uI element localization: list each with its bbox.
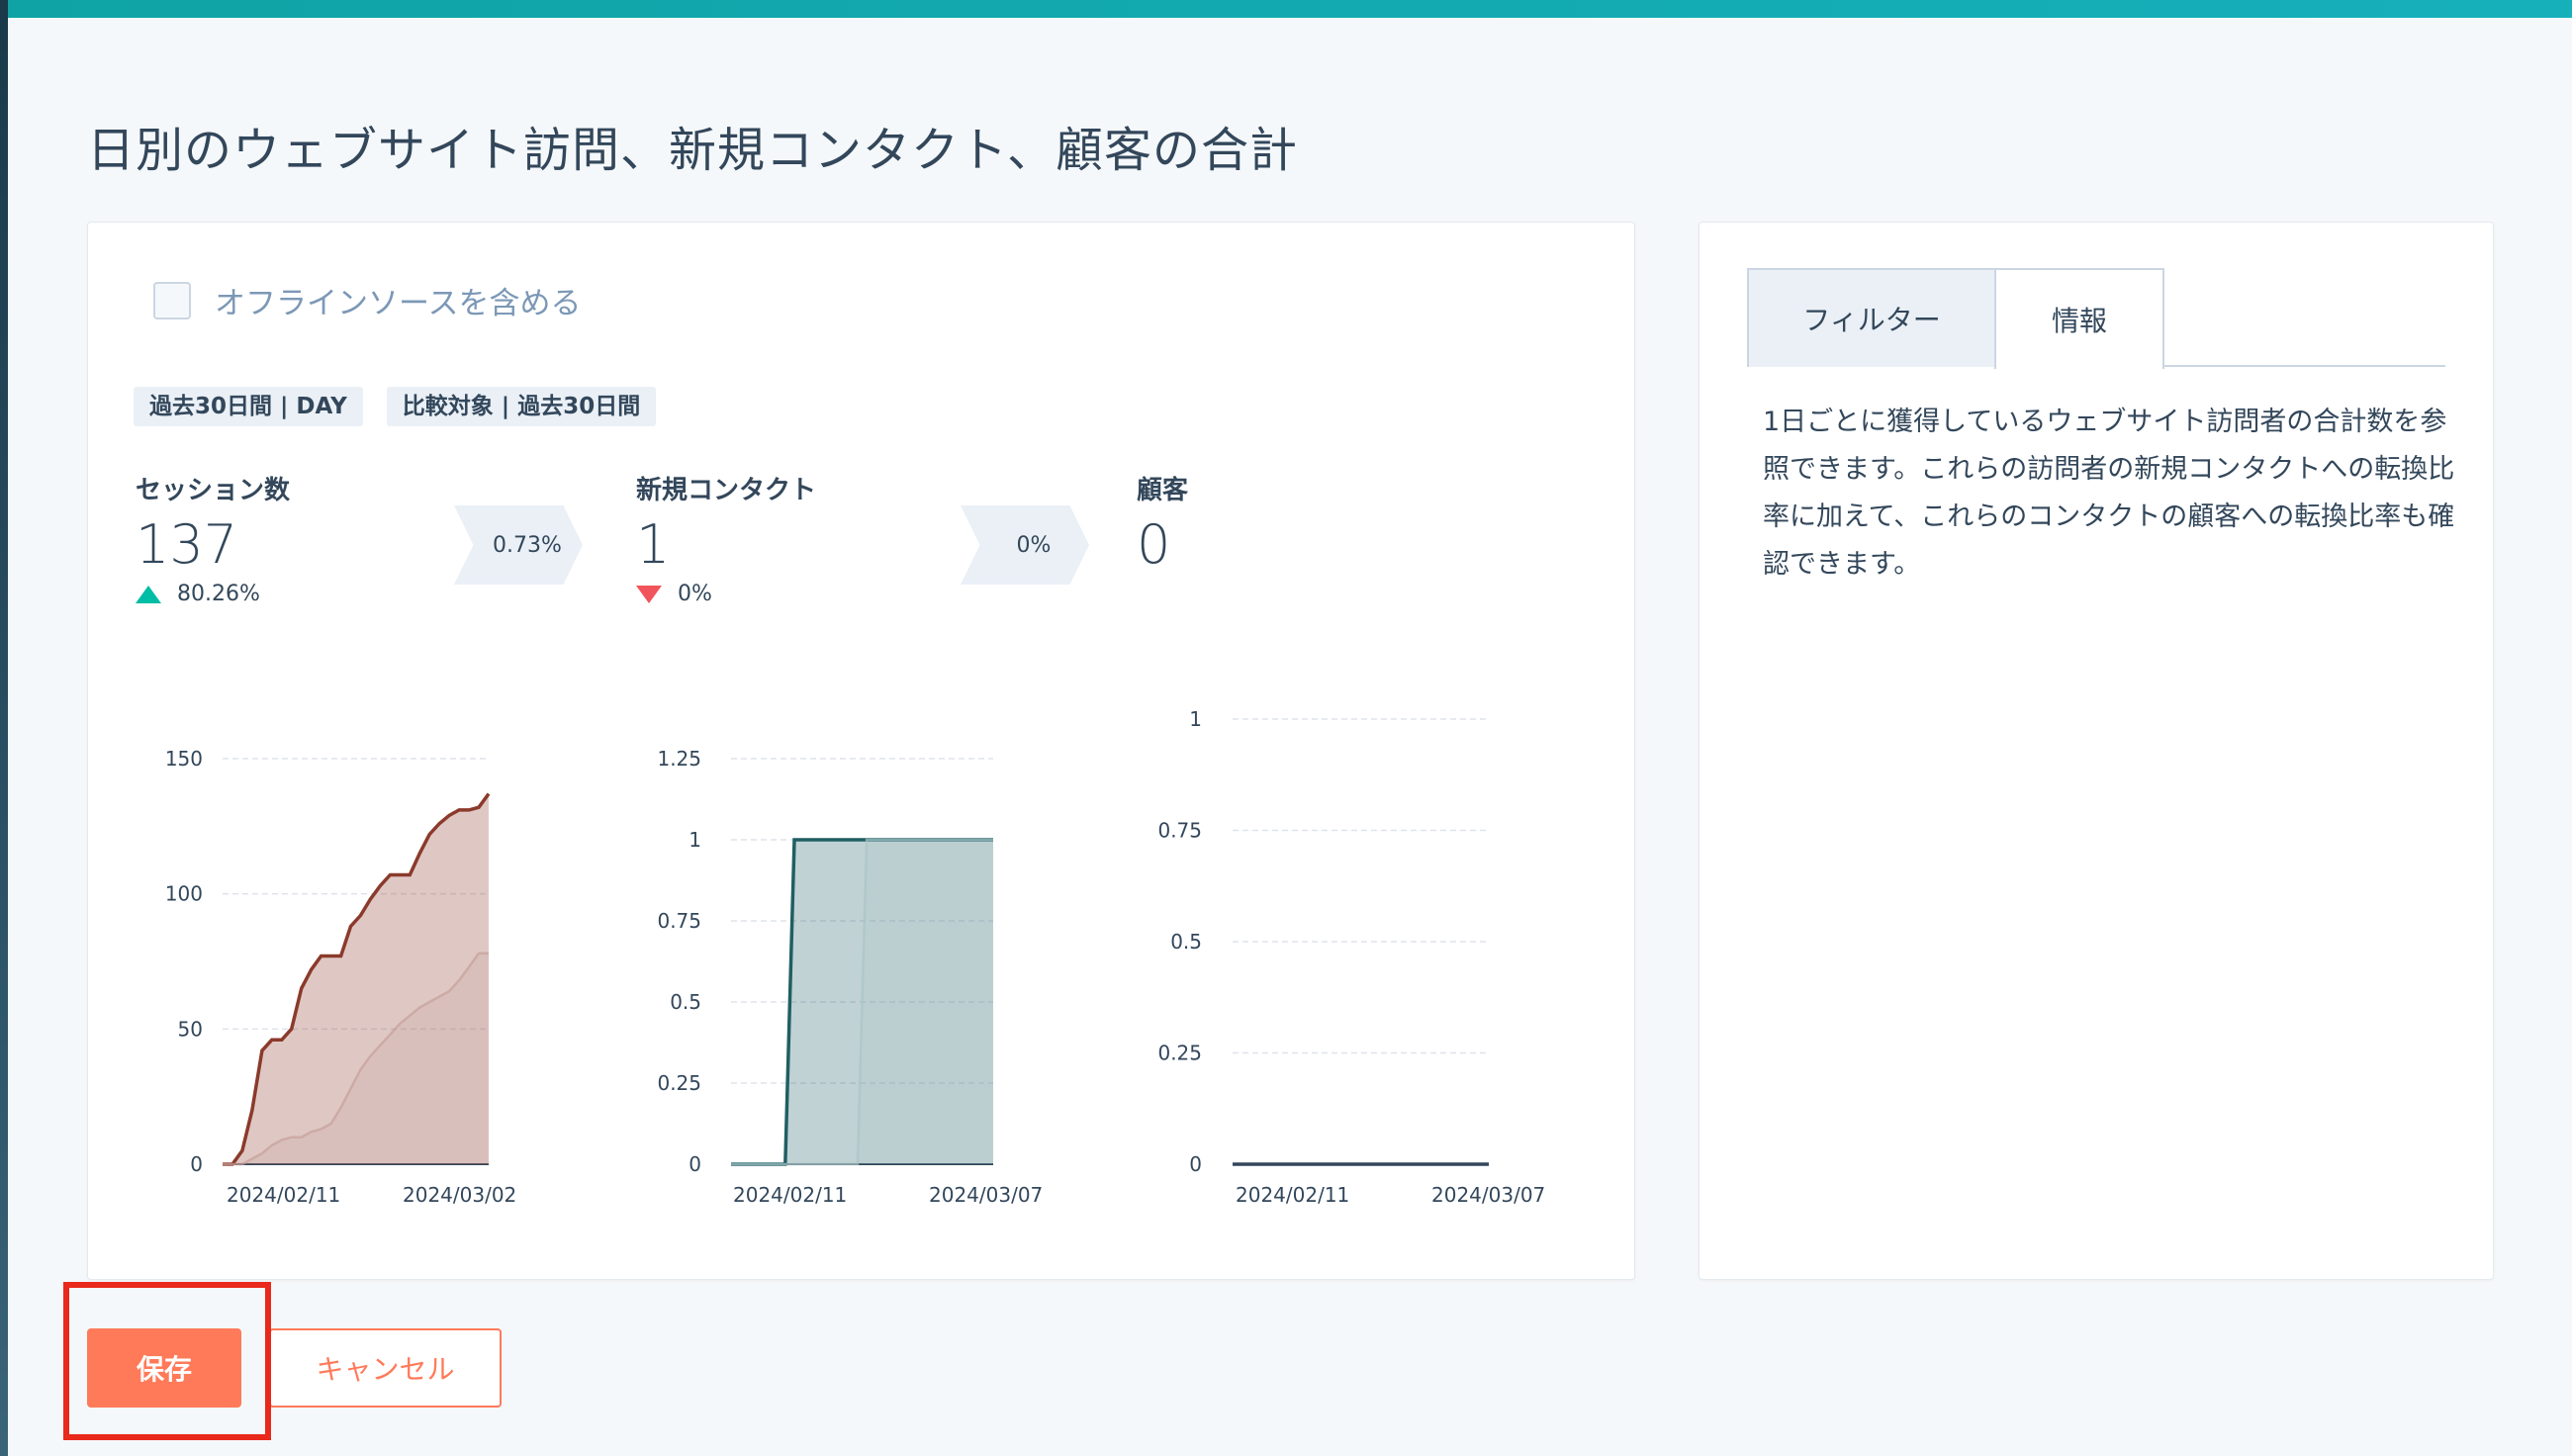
info-description: 1日ごとに獲得しているウェブサイト訪問者の合計数を参照できます。これらの訪問者の… (1763, 407, 2455, 580)
y-tick-label: 0.25 (657, 1071, 701, 1095)
y-tick-label: 1 (689, 828, 701, 852)
y-tick-label: 0 (689, 1152, 701, 1176)
y-tick-label: 150 (165, 747, 203, 771)
page-title: 日別のウェブサイト訪問、新規コンタクト、顧客の合計 (87, 123, 1299, 178)
tab-info[interactable]: 情報 (1994, 268, 2164, 369)
y-tick-label: 1 (1189, 707, 1202, 731)
y-tick-label: 100 (165, 882, 203, 906)
top-accent-bar (0, 0, 2572, 18)
x-tick-label: 2024/02/11 (1236, 1183, 1349, 1207)
x-tick-label: 2024/03/07 (1431, 1183, 1545, 1207)
y-tick-label: 0 (1189, 1152, 1202, 1176)
y-tick-label: 0.5 (670, 990, 701, 1014)
x-tick-label: 2024/03/07 (929, 1183, 1043, 1207)
left-edge-strip (0, 0, 8, 1456)
charts-area: 0 50 100 150 2024/02/11 2024/03/02 0 0.25 0.5 0.7… (165, 707, 1545, 1207)
y-tick-label: 0.75 (657, 909, 701, 933)
x-tick-label: 2024/03/02 (403, 1183, 516, 1207)
panel-tabs: フィルター 情報 (1747, 268, 2445, 369)
y-tick-label: 0 (190, 1152, 203, 1176)
y-tick-label: 0.5 (1170, 930, 1202, 954)
y-tick-label: 1.25 (657, 747, 701, 771)
save-button[interactable]: 保存 (87, 1328, 241, 1408)
y-tick-label: 50 (178, 1017, 203, 1041)
x-tick-label: 2024/02/11 (227, 1183, 340, 1207)
y-tick-label: 0.75 (1157, 819, 1202, 843)
x-tick-label: 2024/02/11 (733, 1183, 847, 1207)
tab-filter[interactable]: フィルター (1747, 268, 1996, 367)
y-tick-label: 0.25 (1157, 1042, 1202, 1065)
report-preview-card: オフラインソースを含める 過去30日間 | DAY 比較対象 | 過去30日間 … (87, 222, 1635, 1280)
cancel-button[interactable]: キャンセル (269, 1328, 502, 1408)
info-panel-card: フィルター 情報 1日ごとに獲得しているウェブサイト訪問者の合計数を参照できます… (1699, 222, 2494, 1280)
